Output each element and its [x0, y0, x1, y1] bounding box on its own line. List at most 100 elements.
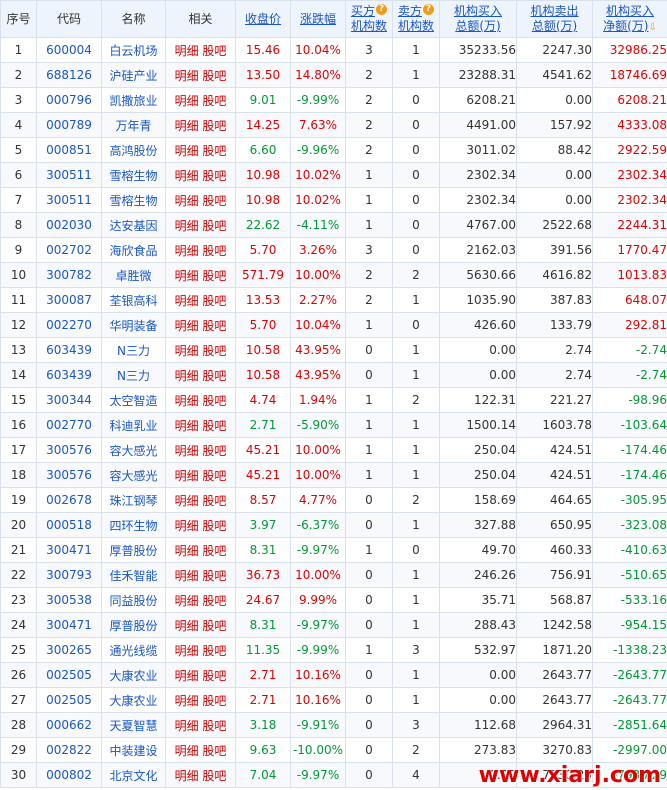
forum-link[interactable]: 股吧 — [202, 694, 226, 708]
cell-stock-name[interactable]: 凯撒旅业 — [101, 87, 166, 113]
detail-link[interactable]: 明细 — [175, 119, 199, 133]
detail-link[interactable]: 明细 — [175, 544, 199, 558]
forum-link[interactable]: 股吧 — [202, 494, 226, 508]
cell-stock-name[interactable]: 珠江钢琴 — [101, 487, 166, 513]
detail-link[interactable]: 明细 — [175, 219, 199, 233]
cell-code[interactable]: 002030 — [36, 212, 102, 238]
detail-link[interactable]: 明细 — [175, 469, 199, 483]
cell-stock-name[interactable]: 大康农业 — [101, 687, 166, 713]
cell-stock-name[interactable]: 华明装备 — [101, 312, 166, 338]
cell-code[interactable]: 000518 — [36, 512, 102, 538]
cell-code[interactable]: 300576 — [36, 462, 102, 488]
detail-link[interactable]: 明细 — [175, 194, 199, 208]
header-inst-buy-total-sort[interactable]: 机构买入 总额(万) — [439, 0, 517, 38]
detail-link[interactable]: 明细 — [175, 44, 199, 58]
cell-code[interactable]: 002270 — [36, 312, 102, 338]
cell-code[interactable]: 002770 — [36, 412, 102, 438]
forum-link[interactable]: 股吧 — [202, 419, 226, 433]
cell-code[interactable]: 603439 — [36, 337, 102, 363]
header-sell-inst-sort[interactable]: 卖方? 机构数 — [392, 0, 440, 38]
detail-link[interactable]: 明细 — [175, 169, 199, 183]
cell-code[interactable]: 000851 — [36, 137, 102, 163]
detail-link[interactable]: 明细 — [175, 144, 199, 158]
detail-link[interactable]: 明细 — [175, 269, 199, 283]
detail-link[interactable]: 明细 — [175, 644, 199, 658]
detail-link[interactable]: 明细 — [175, 344, 199, 358]
cell-code[interactable]: 300511 — [36, 187, 102, 213]
cell-stock-name[interactable]: 天夏智慧 — [101, 712, 166, 738]
cell-stock-name[interactable]: 万年青 — [101, 112, 166, 138]
detail-link[interactable]: 明细 — [175, 719, 199, 733]
detail-link[interactable]: 明细 — [175, 94, 199, 108]
cell-code[interactable]: 002505 — [36, 662, 102, 688]
cell-code[interactable]: 002822 — [36, 737, 102, 763]
forum-link[interactable]: 股吧 — [202, 319, 226, 333]
cell-stock-name[interactable]: 同益股份 — [101, 587, 166, 613]
detail-link[interactable]: 明细 — [175, 769, 199, 783]
header-close-sort[interactable]: 收盘价 — [235, 0, 291, 38]
cell-stock-name[interactable]: 高鸿股份 — [101, 137, 166, 163]
help-icon[interactable]: ? — [376, 4, 387, 15]
cell-stock-name[interactable]: 雪榕生物 — [101, 187, 166, 213]
forum-link[interactable]: 股吧 — [202, 769, 226, 783]
forum-link[interactable]: 股吧 — [202, 719, 226, 733]
cell-stock-name[interactable]: 通光线缆 — [101, 637, 166, 663]
forum-link[interactable]: 股吧 — [202, 394, 226, 408]
cell-stock-name[interactable]: 雪榕生物 — [101, 162, 166, 188]
cell-code[interactable]: 300087 — [36, 287, 102, 313]
forum-link[interactable]: 股吧 — [202, 169, 226, 183]
forum-link[interactable]: 股吧 — [202, 744, 226, 758]
cell-stock-name[interactable]: 荃银高科 — [101, 287, 166, 313]
detail-link[interactable]: 明细 — [175, 319, 199, 333]
cell-code[interactable]: 000789 — [36, 112, 102, 138]
cell-code[interactable]: 002702 — [36, 237, 102, 263]
forum-link[interactable]: 股吧 — [202, 219, 226, 233]
detail-link[interactable]: 明细 — [175, 669, 199, 683]
cell-stock-name[interactable]: 北京文化 — [101, 762, 166, 788]
cell-stock-name[interactable]: 科迪乳业 — [101, 412, 166, 438]
detail-link[interactable]: 明细 — [175, 444, 199, 458]
forum-link[interactable]: 股吧 — [202, 144, 226, 158]
forum-link[interactable]: 股吧 — [202, 194, 226, 208]
cell-code[interactable]: 000662 — [36, 712, 102, 738]
cell-stock-name[interactable]: 中装建设 — [101, 737, 166, 763]
detail-link[interactable]: 明细 — [175, 744, 199, 758]
forum-link[interactable]: 股吧 — [202, 269, 226, 283]
cell-stock-name[interactable]: 卓胜微 — [101, 262, 166, 288]
forum-link[interactable]: 股吧 — [202, 119, 226, 133]
cell-stock-name[interactable]: 大康农业 — [101, 662, 166, 688]
detail-link[interactable]: 明细 — [175, 594, 199, 608]
forum-link[interactable]: 股吧 — [202, 244, 226, 258]
forum-link[interactable]: 股吧 — [202, 594, 226, 608]
cell-code[interactable]: 002505 — [36, 687, 102, 713]
cell-stock-name[interactable]: 容大感光 — [101, 437, 166, 463]
detail-link[interactable]: 明细 — [175, 619, 199, 633]
detail-link[interactable]: 明细 — [175, 419, 199, 433]
cell-code[interactable]: 000796 — [36, 87, 102, 113]
cell-stock-name[interactable]: N三力 — [101, 362, 166, 388]
forum-link[interactable]: 股吧 — [202, 544, 226, 558]
cell-code[interactable]: 300265 — [36, 637, 102, 663]
forum-link[interactable]: 股吧 — [202, 94, 226, 108]
header-buy-inst-sort[interactable]: 买方? 机构数 — [345, 0, 393, 38]
header-change-sort[interactable]: 涨跌幅 — [290, 0, 346, 38]
cell-code[interactable]: 600004 — [36, 37, 102, 63]
detail-link[interactable]: 明细 — [175, 519, 199, 533]
cell-code[interactable]: 603439 — [36, 362, 102, 388]
cell-code[interactable]: 000802 — [36, 762, 102, 788]
detail-link[interactable]: 明细 — [175, 394, 199, 408]
forum-link[interactable]: 股吧 — [202, 519, 226, 533]
cell-code[interactable]: 300511 — [36, 162, 102, 188]
cell-stock-name[interactable]: 沪硅产业 — [101, 62, 166, 88]
forum-link[interactable]: 股吧 — [202, 644, 226, 658]
header-inst-sell-total-sort[interactable]: 机构卖出 总额(万) — [516, 0, 593, 38]
detail-link[interactable]: 明细 — [175, 294, 199, 308]
detail-link[interactable]: 明细 — [175, 369, 199, 383]
detail-link[interactable]: 明细 — [175, 244, 199, 258]
help-icon[interactable]: ? — [423, 4, 434, 15]
forum-link[interactable]: 股吧 — [202, 294, 226, 308]
detail-link[interactable]: 明细 — [175, 494, 199, 508]
forum-link[interactable]: 股吧 — [202, 569, 226, 583]
cell-code[interactable]: 002678 — [36, 487, 102, 513]
cell-stock-name[interactable]: 达安基因 — [101, 212, 166, 238]
